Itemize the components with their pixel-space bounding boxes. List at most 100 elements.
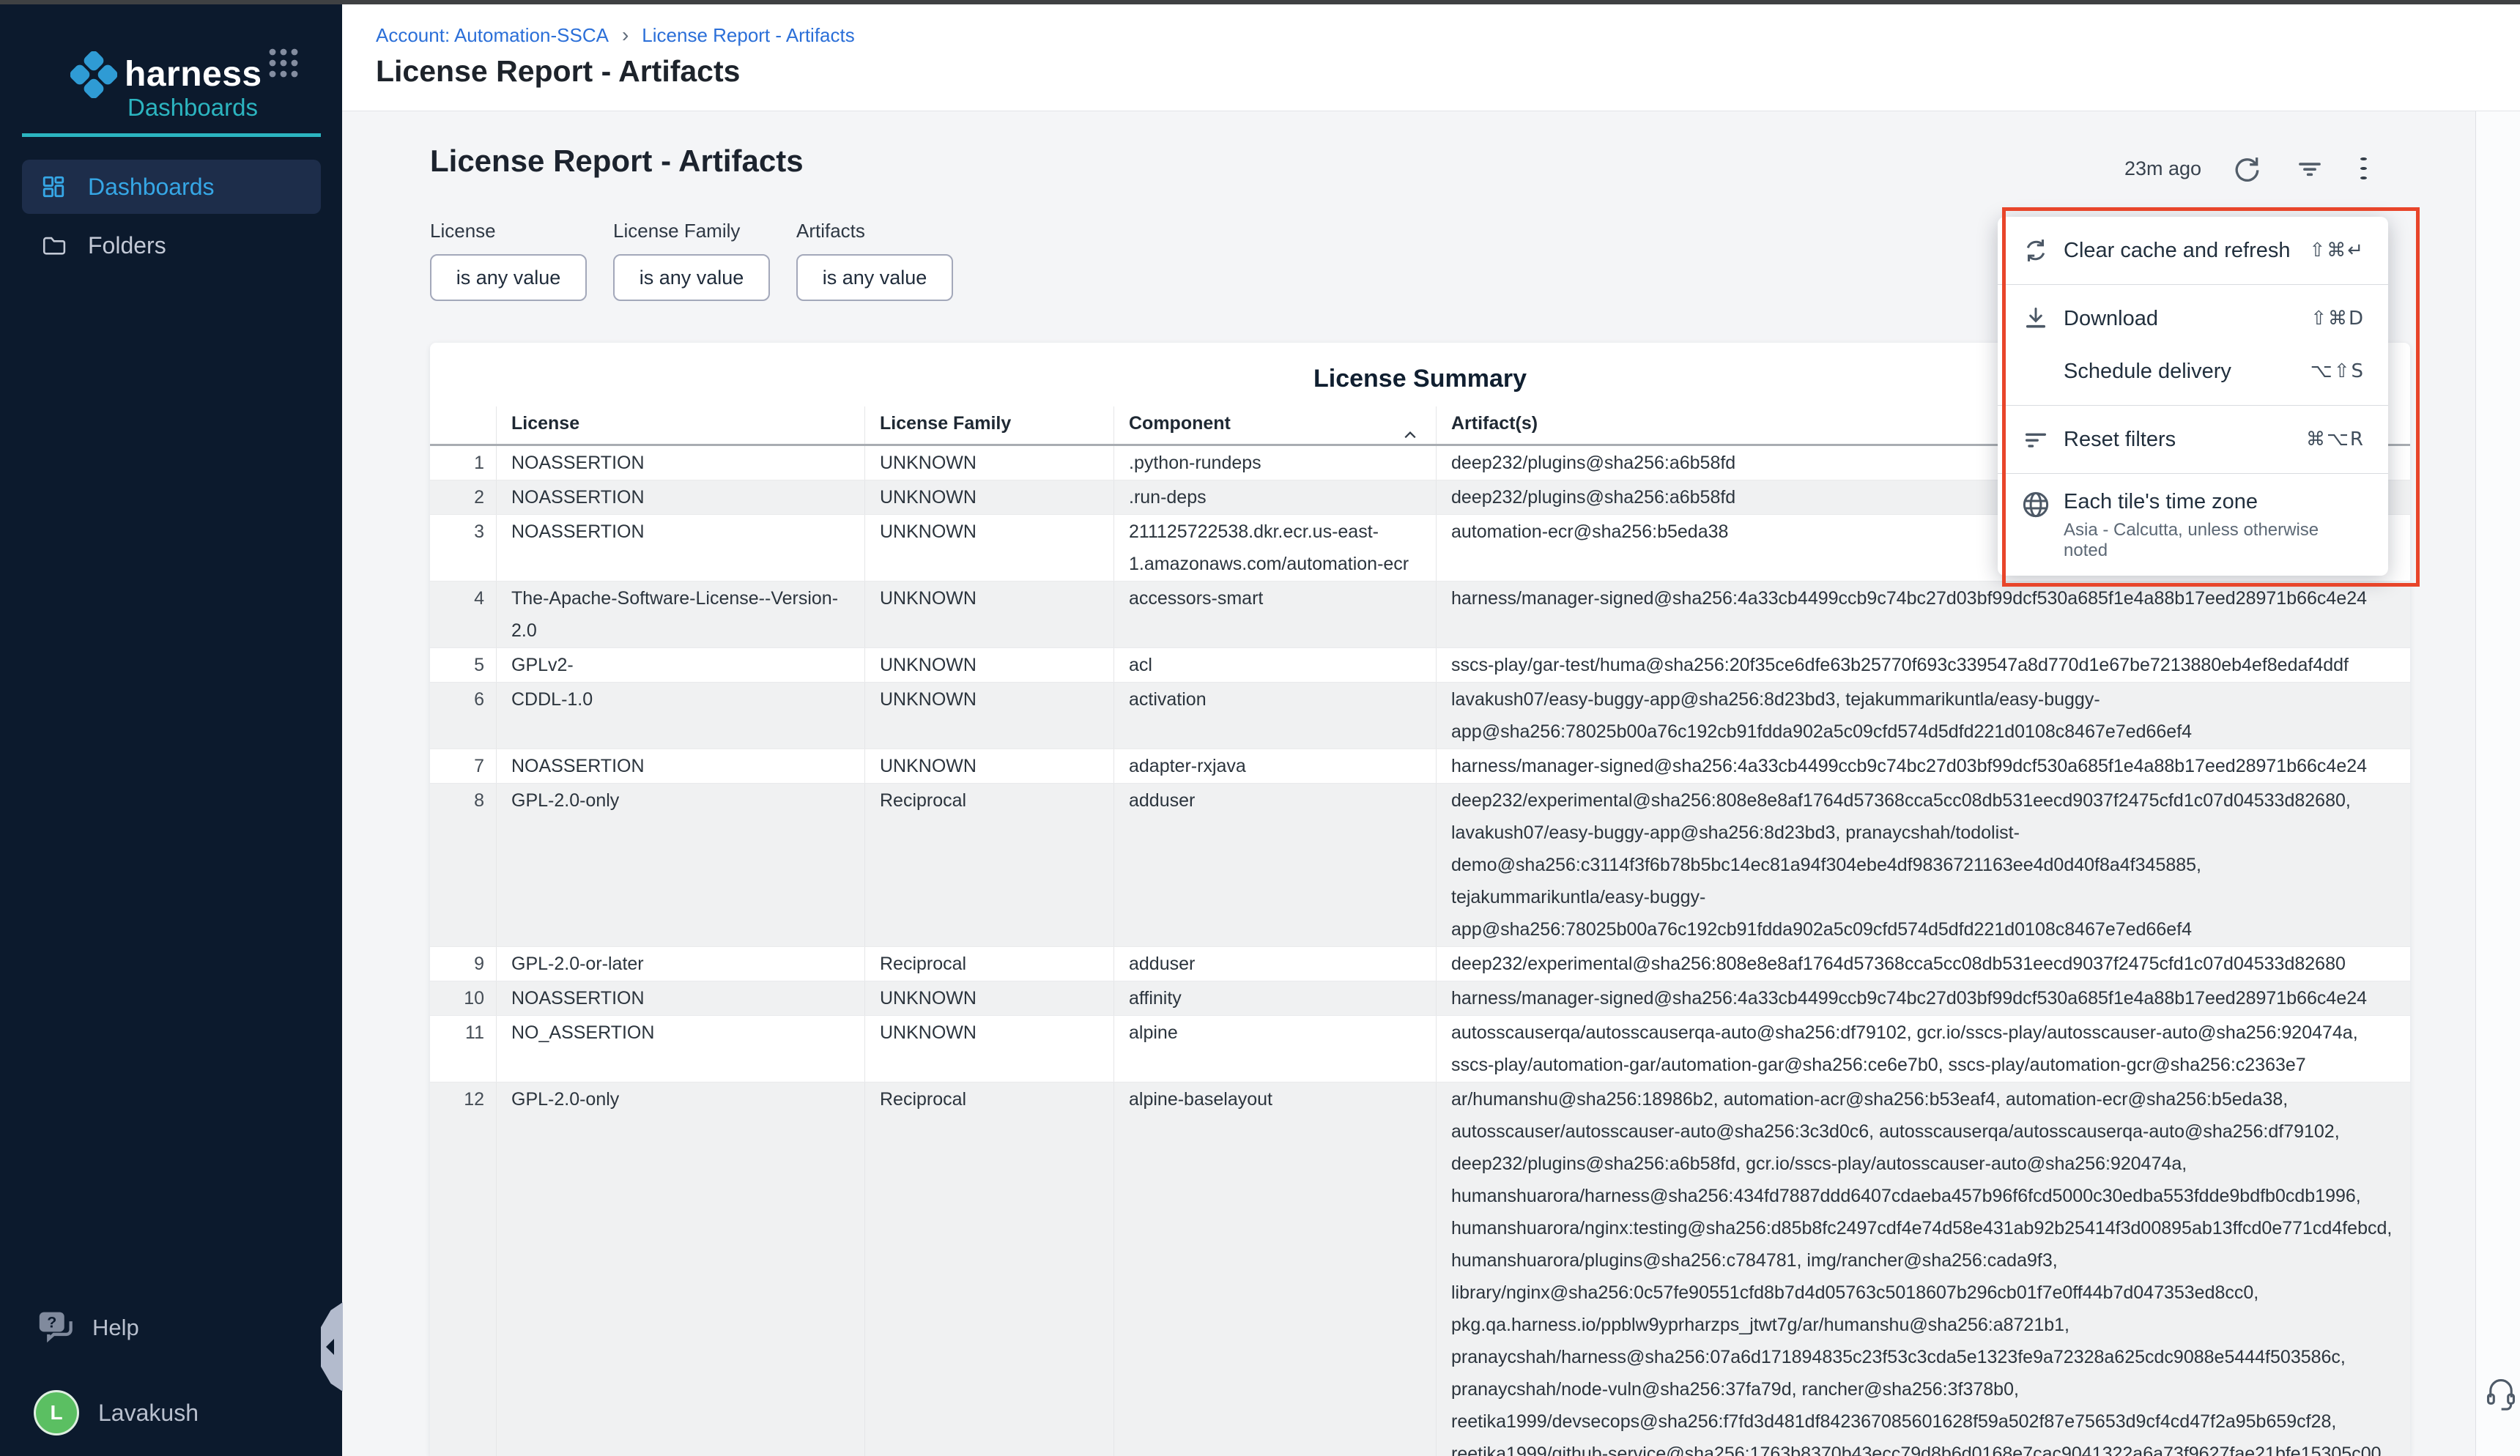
component-cell: adapter-rxjava — [1113, 749, 1436, 783]
component-cell: acl — [1113, 648, 1436, 682]
license-family-cell: UNKNOWN — [864, 981, 1113, 1015]
component-cell: .python-rundeps — [1113, 446, 1436, 480]
artifacts-cell: deep232/experimental@sha256:808e8e8af176… — [1436, 947, 2410, 981]
user-name: Lavakush — [98, 1400, 199, 1427]
artifacts-cell: ar/humanshu@sha256:18986b2, automation-a… — [1436, 1082, 2410, 1456]
license-family-cell: UNKNOWN — [864, 480, 1113, 514]
menu-divider — [1998, 405, 2388, 406]
dashboard-toolbar: 23m ago — [2124, 154, 2388, 183]
harness-logo-icon — [70, 51, 117, 102]
column-header-component[interactable]: Component — [1113, 406, 1436, 444]
license-cell: NOASSERTION — [496, 515, 864, 581]
support-headset-icon[interactable] — [2485, 1378, 2517, 1414]
license-cell: CDDL-1.0 — [496, 683, 864, 749]
menu-item-download[interactable]: Download ⇧⌘D — [1998, 292, 2388, 345]
user-menu[interactable]: L Lavakush — [34, 1390, 199, 1435]
avatar: L — [34, 1390, 79, 1435]
brand-module-label: Dashboards — [127, 94, 258, 122]
row-number-cell: 5 — [430, 648, 496, 682]
filter-value-dropdown[interactable]: is any value — [613, 254, 770, 301]
component-cell: alpine — [1113, 1016, 1436, 1082]
app-switcher-grid-icon[interactable] — [267, 47, 300, 83]
table-row: 6CDDL-1.0UNKNOWNactivationlavakush07/eas… — [430, 683, 2410, 749]
license-cell: GPLv2- — [496, 648, 864, 682]
row-number-cell: 7 — [430, 749, 496, 783]
dashboard-title: License Report - Artifacts — [430, 144, 804, 179]
folder-icon — [41, 233, 66, 258]
filter-label: License — [430, 220, 587, 242]
component-cell: adduser — [1113, 784, 1436, 946]
help-button[interactable]: ? Help — [37, 1310, 139, 1346]
component-cell: affinity — [1113, 981, 1436, 1015]
component-cell: alpine-baselayout — [1113, 1082, 1436, 1456]
license-family-cell: UNKNOWN — [864, 1016, 1113, 1082]
artifacts-cell: lavakush07/easy-buggy-app@sha256:8d23bd3… — [1436, 683, 2410, 749]
menu-shortcut: ⇧⌘D — [2310, 308, 2365, 330]
row-number-cell: 12 — [430, 1082, 496, 1456]
license-family-cell: Reciprocal — [864, 1082, 1113, 1456]
license-cell: GPL-2.0-only — [496, 784, 864, 946]
brand-name: harness — [125, 57, 262, 92]
help-chat-icon: ? — [37, 1310, 76, 1346]
table-row: 8GPL-2.0-onlyReciprocaladduserdeep232/ex… — [430, 784, 2410, 947]
artifacts-cell: autosscauserqa/autosscauserqa-auto@sha25… — [1436, 1016, 2410, 1082]
clear-cache-refresh-icon — [2020, 236, 2052, 265]
row-number-cell: 10 — [430, 981, 496, 1015]
chevron-left-icon — [326, 1339, 334, 1355]
component-cell: accessors-smart — [1113, 582, 1436, 647]
sort-asc-chevron-icon — [1404, 431, 1417, 439]
row-number-cell: 3 — [430, 515, 496, 581]
table-row: 7NOASSERTIONUNKNOWNadapter-rxjavaharness… — [430, 749, 2410, 784]
module-underline — [22, 133, 321, 137]
filter-label: License Family — [613, 220, 770, 242]
menu-item-timezone[interactable]: Each tile's time zone Asia - Calcutta, u… — [1998, 481, 2388, 565]
component-cell: 211125722538.dkr.ecr.us-east-1.amazonaws… — [1113, 515, 1436, 581]
license-family-cell: UNKNOWN — [864, 446, 1113, 480]
sidebar-item-folders[interactable]: Folders — [22, 218, 321, 272]
breadcrumb: Account: Automation-SSCA › License Repor… — [376, 23, 855, 47]
filter-label: Artifacts — [796, 220, 953, 242]
svg-text:?: ? — [47, 1314, 56, 1331]
column-header-license[interactable]: License — [496, 406, 864, 444]
column-header-license-family[interactable]: License Family — [864, 406, 1113, 444]
refresh-icon[interactable] — [2232, 154, 2261, 183]
license-cell: NO_ASSERTION — [496, 1016, 864, 1082]
breadcrumb-account-link[interactable]: Account: Automation-SSCA — [376, 24, 609, 47]
menu-shortcut: ⌘⌥R — [2306, 428, 2365, 450]
license-cell: NOASSERTION — [496, 446, 864, 480]
menu-shortcut: ⌥⇧S — [2310, 360, 2365, 382]
menu-item-label: Schedule delivery — [2064, 360, 2310, 384]
page-title: License Report - Artifacts — [376, 54, 740, 89]
artifacts-cell: harness/manager-signed@sha256:4a33cb4499… — [1436, 749, 2410, 783]
more-actions-kebab-icon[interactable] — [2358, 154, 2368, 183]
dashboards-icon — [41, 174, 66, 199]
timezone-title: Each tile's time zone — [2064, 490, 2365, 514]
sidebar-nav: Dashboards Folders — [22, 160, 321, 272]
menu-item-clear-cache-and-refresh[interactable]: Clear cache and refresh ⇧⌘↵ — [1998, 224, 2388, 277]
help-label: Help — [92, 1315, 139, 1341]
filter-icon[interactable] — [2295, 154, 2324, 183]
table-row: 12GPL-2.0-onlyReciprocalalpine-baselayou… — [430, 1082, 2410, 1456]
license-family-cell: UNKNOWN — [864, 582, 1113, 647]
row-number-header — [430, 406, 496, 444]
component-cell: adduser — [1113, 947, 1436, 981]
license-cell: GPL-2.0-only — [496, 1082, 864, 1456]
dashboard-filters: License is any value License Family is a… — [430, 220, 979, 301]
table-row: 4The-Apache-Software-License--Version-2.… — [430, 582, 2410, 648]
component-cell: activation — [1113, 683, 1436, 749]
license-family-cell: Reciprocal — [864, 947, 1113, 981]
row-number-cell: 2 — [430, 480, 496, 514]
row-number-cell: 4 — [430, 582, 496, 647]
menu-divider — [1998, 473, 2388, 474]
download-icon — [2020, 304, 2052, 333]
filter-value-dropdown[interactable]: is any value — [796, 254, 953, 301]
table-row: 10NOASSERTIONUNKNOWNaffinityharness/mana… — [430, 981, 2410, 1016]
sidebar-item-dashboards[interactable]: Dashboards — [22, 160, 321, 214]
menu-item-reset-filters[interactable]: Reset filters ⌘⌥R — [1998, 413, 2388, 466]
artifacts-cell: harness/manager-signed@sha256:4a33cb4499… — [1436, 981, 2410, 1015]
scrollbar-track[interactable] — [2475, 4, 2520, 1456]
menu-item-schedule-delivery[interactable]: Schedule delivery ⌥⇧S — [1998, 345, 2388, 398]
filter-value-dropdown[interactable]: is any value — [430, 254, 587, 301]
artifacts-cell: sscs-play/gar-test/huma@sha256:20f35ce6d… — [1436, 648, 2410, 682]
breadcrumb-report-link[interactable]: License Report - Artifacts — [642, 24, 854, 47]
